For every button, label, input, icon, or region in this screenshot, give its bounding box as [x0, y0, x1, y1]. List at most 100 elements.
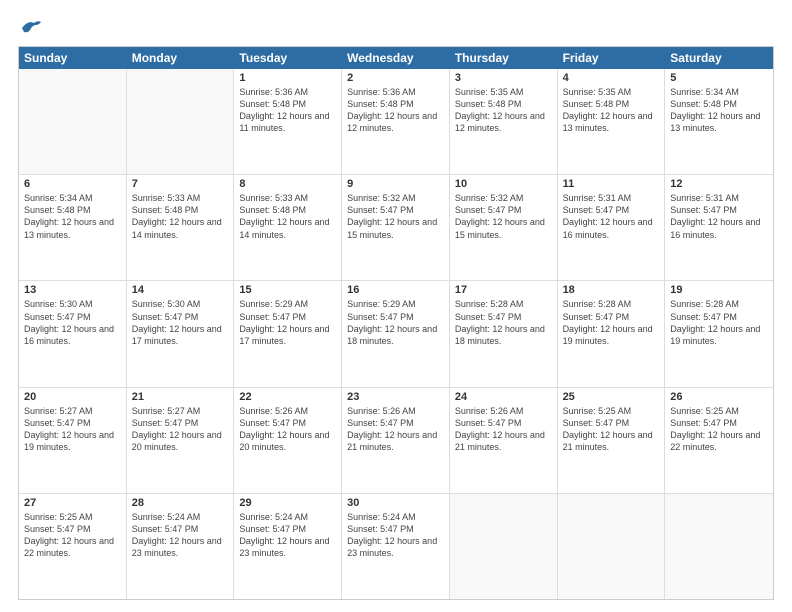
day-number: 23 [347, 391, 444, 403]
day-info: Sunrise: 5:27 AMSunset: 5:47 PMDaylight:… [132, 405, 229, 454]
calendar-cell: 22 Sunrise: 5:26 AMSunset: 5:47 PMDayligh… [234, 388, 342, 493]
day-info: Sunrise: 5:35 AMSunset: 5:48 PMDaylight:… [563, 86, 660, 135]
calendar-cell: 29Sunrise: 5:24 AMSunset: 5:47 PMDayligh… [234, 494, 342, 599]
calendar-cell [558, 494, 666, 599]
day-number: 13 [24, 284, 121, 296]
day-number: 17 [455, 284, 552, 296]
day-number: 18 [563, 284, 660, 296]
day-number: 22 [239, 391, 336, 403]
day-number: 16 [347, 284, 444, 296]
day-info: Sunrise: 5:34 AMSunset: 5:48 PMDaylight:… [670, 86, 768, 135]
day-info: Sunrise: 5:28 AMSunset: 5:47 PMDaylight:… [563, 298, 660, 347]
header [18, 18, 774, 36]
day-number: 28 [132, 497, 229, 509]
calendar-header-thursday: Thursday [450, 47, 558, 69]
calendar-cell: 11 Sunrise: 5:31 AMSunset: 5:47 PMDayligh… [558, 175, 666, 280]
day-number: 1 [239, 72, 336, 84]
calendar-cell: 2Sunrise: 5:36 AMSunset: 5:48 PMDaylight… [342, 69, 450, 174]
calendar-cell: 28 Sunrise: 5:24 AMSunset: 5:47 PMDayligh… [127, 494, 235, 599]
day-number: 19 [670, 284, 768, 296]
day-info: Sunrise: 5:35 AMSunset: 5:48 PMDaylight:… [455, 86, 552, 135]
calendar-cell: 30 Sunrise: 5:24 AMSunset: 5:47 PMDayligh… [342, 494, 450, 599]
day-info: Sunrise: 5:26 AMSunset: 5:47 PMDaylight:… [347, 405, 444, 454]
calendar-cell: 24 Sunrise: 5:26 AMSunset: 5:47 PMDayligh… [450, 388, 558, 493]
day-info: Sunrise: 5:36 AMSunset: 5:48 PMDaylight:… [239, 86, 336, 135]
calendar-header-tuesday: Tuesday [234, 47, 342, 69]
calendar-header-friday: Friday [558, 47, 666, 69]
day-number: 20 [24, 391, 121, 403]
day-number: 27 [24, 497, 121, 509]
day-number: 21 [132, 391, 229, 403]
day-info: Sunrise: 5:24 AMSunset: 5:47 PMDaylight:… [132, 511, 229, 560]
day-number: 14 [132, 284, 229, 296]
calendar-cell: 6Sunrise: 5:34 AMSunset: 5:48 PMDaylight… [19, 175, 127, 280]
day-number: 26 [670, 391, 768, 403]
day-info: Sunrise: 5:30 AMSunset: 5:47 PMDaylight:… [132, 298, 229, 347]
day-info: Sunrise: 5:25 AMSunset: 5:47 PMDaylight:… [563, 405, 660, 454]
calendar-cell: 12 Sunrise: 5:31 AMSunset: 5:47 PMDayligh… [665, 175, 773, 280]
day-number: 24 [455, 391, 552, 403]
calendar-header-monday: Monday [127, 47, 235, 69]
day-number: 4 [563, 72, 660, 84]
calendar-cell: 9Sunrise: 5:32 AMSunset: 5:47 PMDaylight… [342, 175, 450, 280]
calendar-cell: 15Sunrise: 5:29 AMSunset: 5:47 PMDayligh… [234, 281, 342, 386]
day-info: Sunrise: 5:32 AMSunset: 5:47 PMDaylight:… [455, 192, 552, 241]
day-info: Sunrise: 5:27 AMSunset: 5:47 PMDaylight:… [24, 405, 121, 454]
calendar-cell: 27 Sunrise: 5:25 AMSunset: 5:47 PMDayligh… [19, 494, 127, 599]
calendar-cell: 4 Sunrise: 5:35 AMSunset: 5:48 PMDaylight… [558, 69, 666, 174]
day-info: Sunrise: 5:33 AMSunset: 5:48 PMDaylight:… [239, 192, 336, 241]
calendar-cell: 5 Sunrise: 5:34 AMSunset: 5:48 PMDaylight… [665, 69, 773, 174]
calendar-week-2: 13 Sunrise: 5:30 AMSunset: 5:47 PMDayligh… [19, 281, 773, 387]
day-number: 11 [563, 178, 660, 190]
day-number: 25 [563, 391, 660, 403]
calendar-cell: 20 Sunrise: 5:27 AMSunset: 5:47 PMDayligh… [19, 388, 127, 493]
day-number: 10 [455, 178, 552, 190]
day-info: Sunrise: 5:26 AMSunset: 5:47 PMDaylight:… [455, 405, 552, 454]
calendar-cell: 18 Sunrise: 5:28 AMSunset: 5:47 PMDayligh… [558, 281, 666, 386]
calendar-cell: 10 Sunrise: 5:32 AMSunset: 5:47 PMDayligh… [450, 175, 558, 280]
day-info: Sunrise: 5:24 AMSunset: 5:47 PMDaylight:… [239, 511, 336, 560]
day-info: Sunrise: 5:24 AMSunset: 5:47 PMDaylight:… [347, 511, 444, 560]
day-info: Sunrise: 5:26 AMSunset: 5:47 PMDaylight:… [239, 405, 336, 454]
calendar-cell: 14 Sunrise: 5:30 AMSunset: 5:47 PMDayligh… [127, 281, 235, 386]
day-info: Sunrise: 5:36 AMSunset: 5:48 PMDaylight:… [347, 86, 444, 135]
calendar-cell: 13Sunrise: 5:30 AMSunset: 5:47 PMDayligh… [19, 281, 127, 386]
day-number: 7 [132, 178, 229, 190]
calendar-cell [665, 494, 773, 599]
calendar-cell: 7 Sunrise: 5:33 AMSunset: 5:48 PMDaylight… [127, 175, 235, 280]
calendar-header-saturday: Saturday [665, 47, 773, 69]
calendar-header: SundayMondayTuesdayWednesdayThursdayFrid… [19, 47, 773, 69]
calendar-cell [450, 494, 558, 599]
day-number: 8 [239, 178, 336, 190]
calendar-cell: 21 Sunrise: 5:27 AMSunset: 5:47 PMDayligh… [127, 388, 235, 493]
day-info: Sunrise: 5:31 AMSunset: 5:47 PMDaylight:… [670, 192, 768, 241]
day-number: 9 [347, 178, 444, 190]
day-info: Sunrise: 5:34 AMSunset: 5:48 PMDaylight:… [24, 192, 121, 241]
day-info: Sunrise: 5:29 AMSunset: 5:47 PMDaylight:… [347, 298, 444, 347]
day-info: Sunrise: 5:25 AMSunset: 5:47 PMDaylight:… [24, 511, 121, 560]
day-number: 5 [670, 72, 768, 84]
calendar-cell: 19 Sunrise: 5:28 AMSunset: 5:47 PMDayligh… [665, 281, 773, 386]
day-info: Sunrise: 5:28 AMSunset: 5:47 PMDaylight:… [455, 298, 552, 347]
day-number: 3 [455, 72, 552, 84]
calendar-cell: 16 Sunrise: 5:29 AMSunset: 5:47 PMDayligh… [342, 281, 450, 386]
calendar-cell: 1 Sunrise: 5:36 AMSunset: 5:48 PMDaylight… [234, 69, 342, 174]
calendar: SundayMondayTuesdayWednesdayThursdayFrid… [18, 46, 774, 600]
calendar-cell [19, 69, 127, 174]
day-info: Sunrise: 5:33 AMSunset: 5:48 PMDaylight:… [132, 192, 229, 241]
calendar-cell [127, 69, 235, 174]
day-number: 12 [670, 178, 768, 190]
day-number: 15 [239, 284, 336, 296]
calendar-week-0: 1 Sunrise: 5:36 AMSunset: 5:48 PMDaylight… [19, 69, 773, 175]
logo-bird-icon [20, 18, 42, 36]
day-info: Sunrise: 5:31 AMSunset: 5:47 PMDaylight:… [563, 192, 660, 241]
day-number: 30 [347, 497, 444, 509]
calendar-cell: 3 Sunrise: 5:35 AMSunset: 5:48 PMDaylight… [450, 69, 558, 174]
calendar-week-4: 27 Sunrise: 5:25 AMSunset: 5:47 PMDayligh… [19, 494, 773, 599]
calendar-header-wednesday: Wednesday [342, 47, 450, 69]
day-info: Sunrise: 5:25 AMSunset: 5:47 PMDaylight:… [670, 405, 768, 454]
day-info: Sunrise: 5:28 AMSunset: 5:47 PMDaylight:… [670, 298, 768, 347]
calendar-cell: 25 Sunrise: 5:25 AMSunset: 5:47 PMDayligh… [558, 388, 666, 493]
calendar-header-sunday: Sunday [19, 47, 127, 69]
calendar-week-1: 6Sunrise: 5:34 AMSunset: 5:48 PMDaylight… [19, 175, 773, 281]
